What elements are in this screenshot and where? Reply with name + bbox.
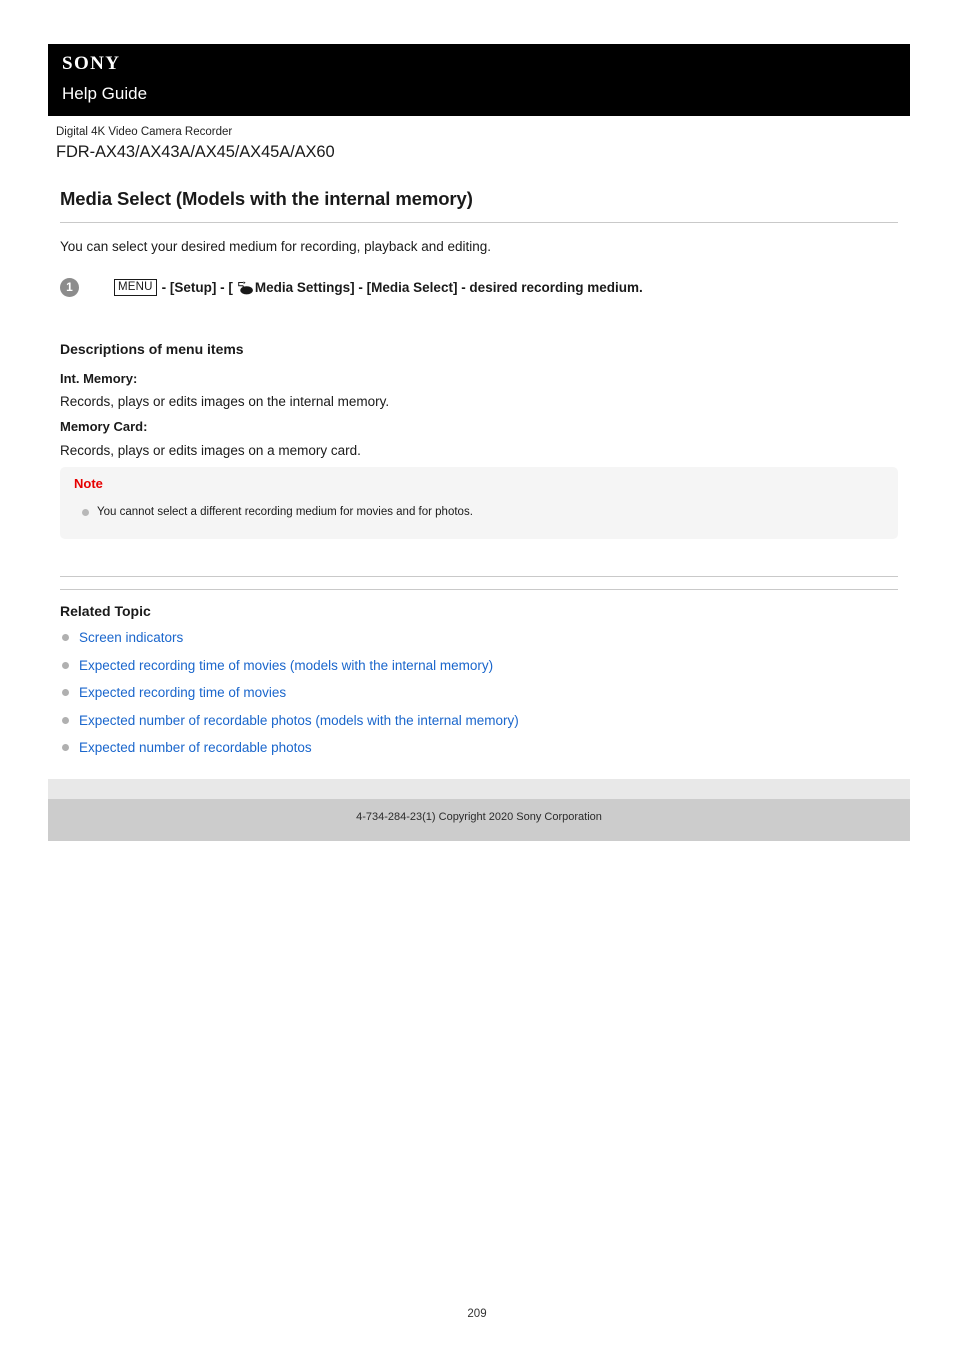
- related-link[interactable]: Expected number of recordable photos: [79, 738, 312, 757]
- footer-spacer-band: [48, 779, 910, 799]
- procedure-step: 1 MENU - [Setup] - [ Media Settings] - […: [60, 276, 643, 298]
- note-item-text: You cannot select a different recording …: [97, 506, 473, 518]
- list-item: Expected number of recordable photos (mo…: [62, 711, 519, 739]
- page-title: Media Select (Models with the internal m…: [60, 188, 473, 209]
- related-topic-list: Screen indicators Expected recording tim…: [62, 628, 519, 766]
- title-divider: [60, 222, 898, 223]
- related-link[interactable]: Expected recording time of movies: [79, 683, 286, 702]
- sony-logo: SONY: [62, 53, 121, 74]
- footer-bar: 4-734-284-23(1) Copyright 2020 Sony Corp…: [48, 799, 910, 841]
- menu-item-definition: Records, plays or edits images on the in…: [60, 394, 390, 409]
- note-list-item: You cannot select a different recording …: [82, 505, 473, 520]
- menu-item-term: Memory Card:: [60, 419, 148, 434]
- section-divider-upper: [60, 576, 898, 577]
- step-instruction: - [Setup] - [ Media Settings] - [Media S…: [162, 280, 643, 295]
- help-guide-label: Help Guide: [62, 84, 148, 103]
- related-link[interactable]: Expected number of recordable photos (mo…: [79, 711, 519, 730]
- menu-item-term: Int. Memory:: [60, 371, 138, 386]
- site-header: SONY Help Guide: [48, 44, 910, 116]
- list-item: Expected recording time of movies: [62, 683, 519, 711]
- descriptions-heading: Descriptions of menu items: [60, 341, 244, 357]
- product-category: Digital 4K Video Camera Recorder: [56, 126, 233, 138]
- menu-button-key: MENU: [114, 278, 157, 296]
- media-settings-icon: [237, 281, 254, 295]
- note-title: Note: [74, 476, 103, 491]
- product-model: FDR-AX43/AX43A/AX45/AX45A/AX60: [56, 143, 335, 161]
- related-link[interactable]: Expected recording time of movies (model…: [79, 656, 493, 675]
- related-topic-heading: Related Topic: [60, 603, 151, 619]
- document-page: SONY Help Guide Digital 4K Video Camera …: [0, 0, 954, 1350]
- bullet-icon: [62, 689, 69, 696]
- section-divider-lower: [60, 589, 898, 590]
- step-number-badge: 1: [60, 277, 79, 297]
- bullet-icon: [62, 716, 69, 724]
- note-box: Note You cannot select a different recor…: [60, 467, 898, 539]
- intro-paragraph: You can select your desired medium for r…: [60, 239, 491, 254]
- list-item: Expected number of recordable photos: [62, 738, 519, 766]
- bullet-icon: [82, 509, 89, 516]
- menu-item-definition: Records, plays or edits images on a memo…: [60, 443, 361, 458]
- page-number: 209: [467, 1308, 487, 1320]
- bullet-icon: [62, 661, 69, 669]
- copyright-text: 4-734-284-23(1) Copyright 2020 Sony Corp…: [356, 811, 602, 823]
- list-item: Screen indicators: [62, 628, 519, 656]
- bullet-icon: [62, 634, 69, 641]
- list-item: Expected recording time of movies (model…: [62, 656, 519, 684]
- bullet-icon: [62, 744, 69, 751]
- related-link[interactable]: Screen indicators: [79, 628, 183, 647]
- step-text-before-icon: - [Setup] - [: [161, 279, 233, 295]
- step-text-after-icon: Media Settings] - [Media Select] - desir…: [254, 279, 643, 295]
